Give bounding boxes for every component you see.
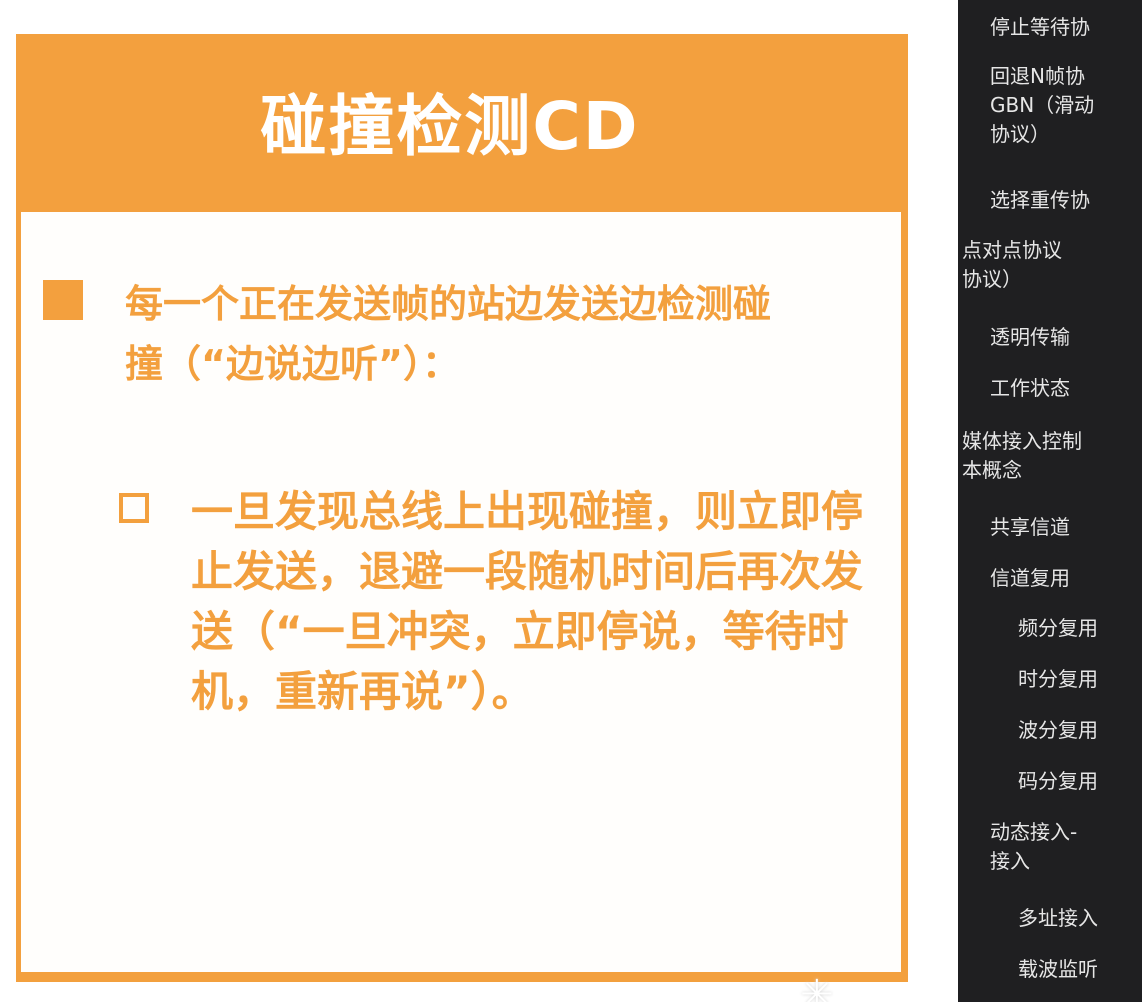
toc-item-label: 点对点协议 (962, 238, 1062, 262)
toc-item-carrier-sense[interactable]: 载波监听 (1018, 955, 1098, 984)
toc-item-label: 共享信道 (990, 515, 1070, 539)
toc-item-label: 时分复用 (1018, 667, 1098, 691)
hollow-square-bullet-icon (119, 493, 149, 523)
table-of-contents-sidebar[interactable]: 停止等待协 回退N帧协 GBN（滑动 协议） 选择重传协 点对点协议 协议） 透… (958, 0, 1142, 1002)
toc-item-label: 工作状态 (990, 376, 1070, 400)
toc-item-ppp[interactable]: 点对点协议 协议） (962, 236, 1062, 294)
toc-item-label: 回退N帧协 (990, 64, 1085, 88)
toc-item-label: 本概念 (962, 458, 1022, 482)
toc-item-label: 停止等待协 (990, 15, 1090, 39)
toc-item-selective-repeat[interactable]: 选择重传协 (990, 186, 1090, 215)
toc-item-label: 码分复用 (1018, 769, 1098, 793)
toc-item-label: 多址接入 (1018, 906, 1098, 930)
toc-item-shared-channel[interactable]: 共享信道 (990, 513, 1070, 542)
toc-item-label: 协议） (990, 122, 1050, 146)
toc-item-label: 选择重传协 (990, 188, 1090, 212)
toc-item-label: 透明传输 (990, 325, 1070, 349)
toc-item-wdm[interactable]: 波分复用 (1018, 716, 1098, 745)
toc-item-label: 频分复用 (1018, 616, 1098, 640)
bullet-level-2-text: 一旦发现总线上出现碰撞，则立即停止发送，退避一段随机时间后再次发送（“一旦冲突，… (191, 487, 864, 716)
toc-item-tdm[interactable]: 时分复用 (1018, 665, 1098, 694)
toc-item-gbn[interactable]: 回退N帧协 GBN（滑动 协议） (990, 62, 1094, 149)
filled-square-bullet-icon (43, 280, 83, 320)
toc-item-fdm[interactable]: 频分复用 (1018, 614, 1098, 643)
toc-item-label: 接入 (990, 849, 1030, 873)
slide-frame: 碰撞检测CD 每一个正在发送帧的站边发送边检测碰撞（“边说边听”）： 一旦发现总… (16, 34, 908, 982)
toc-item-label: 动态接入- (990, 820, 1078, 844)
toc-item-dynamic-access[interactable]: 动态接入- 接入 (990, 818, 1077, 876)
toc-item-cdm[interactable]: 码分复用 (1018, 767, 1098, 796)
toc-item-stop-wait[interactable]: 停止等待协 (990, 13, 1090, 42)
toc-item-working-state[interactable]: 工作状态 (990, 374, 1070, 403)
bullet-level-1-text: 每一个正在发送帧的站边发送边检测碰撞（“边说边听”）： (125, 282, 772, 386)
video-content-area[interactable]: 碰撞检测CD 每一个正在发送帧的站边发送边检测碰撞（“边说边听”）： 一旦发现总… (0, 0, 958, 1002)
loading-spinner-icon: ✳ (800, 972, 834, 1002)
slide-header: 碰撞检测CD (16, 34, 908, 208)
slide-title: 碰撞检测CD (260, 88, 640, 165)
toc-item-label: 信道复用 (990, 566, 1070, 590)
toc-item-transparent-transmission[interactable]: 透明传输 (990, 323, 1070, 352)
toc-item-mac-concepts[interactable]: 媒体接入控制 本概念 (962, 427, 1082, 485)
toc-item-multiple-access[interactable]: 多址接入 (1018, 904, 1098, 933)
toc-item-label: GBN（滑动 (990, 93, 1095, 117)
screen: 碰撞检测CD 每一个正在发送帧的站边发送边检测碰撞（“边说边听”）： 一旦发现总… (0, 0, 1142, 1002)
toc-item-label: 媒体接入控制 (962, 429, 1082, 453)
slide-body: 每一个正在发送帧的站边发送边检测碰撞（“边说边听”）： 一旦发现总线上出现碰撞，… (21, 212, 901, 972)
toc-item-channel-multiplexing[interactable]: 信道复用 (990, 564, 1070, 593)
toc-item-label: 波分复用 (1018, 718, 1098, 742)
toc-item-label: 载波监听 (1018, 957, 1098, 981)
toc-item-label: 协议） (962, 267, 1022, 291)
